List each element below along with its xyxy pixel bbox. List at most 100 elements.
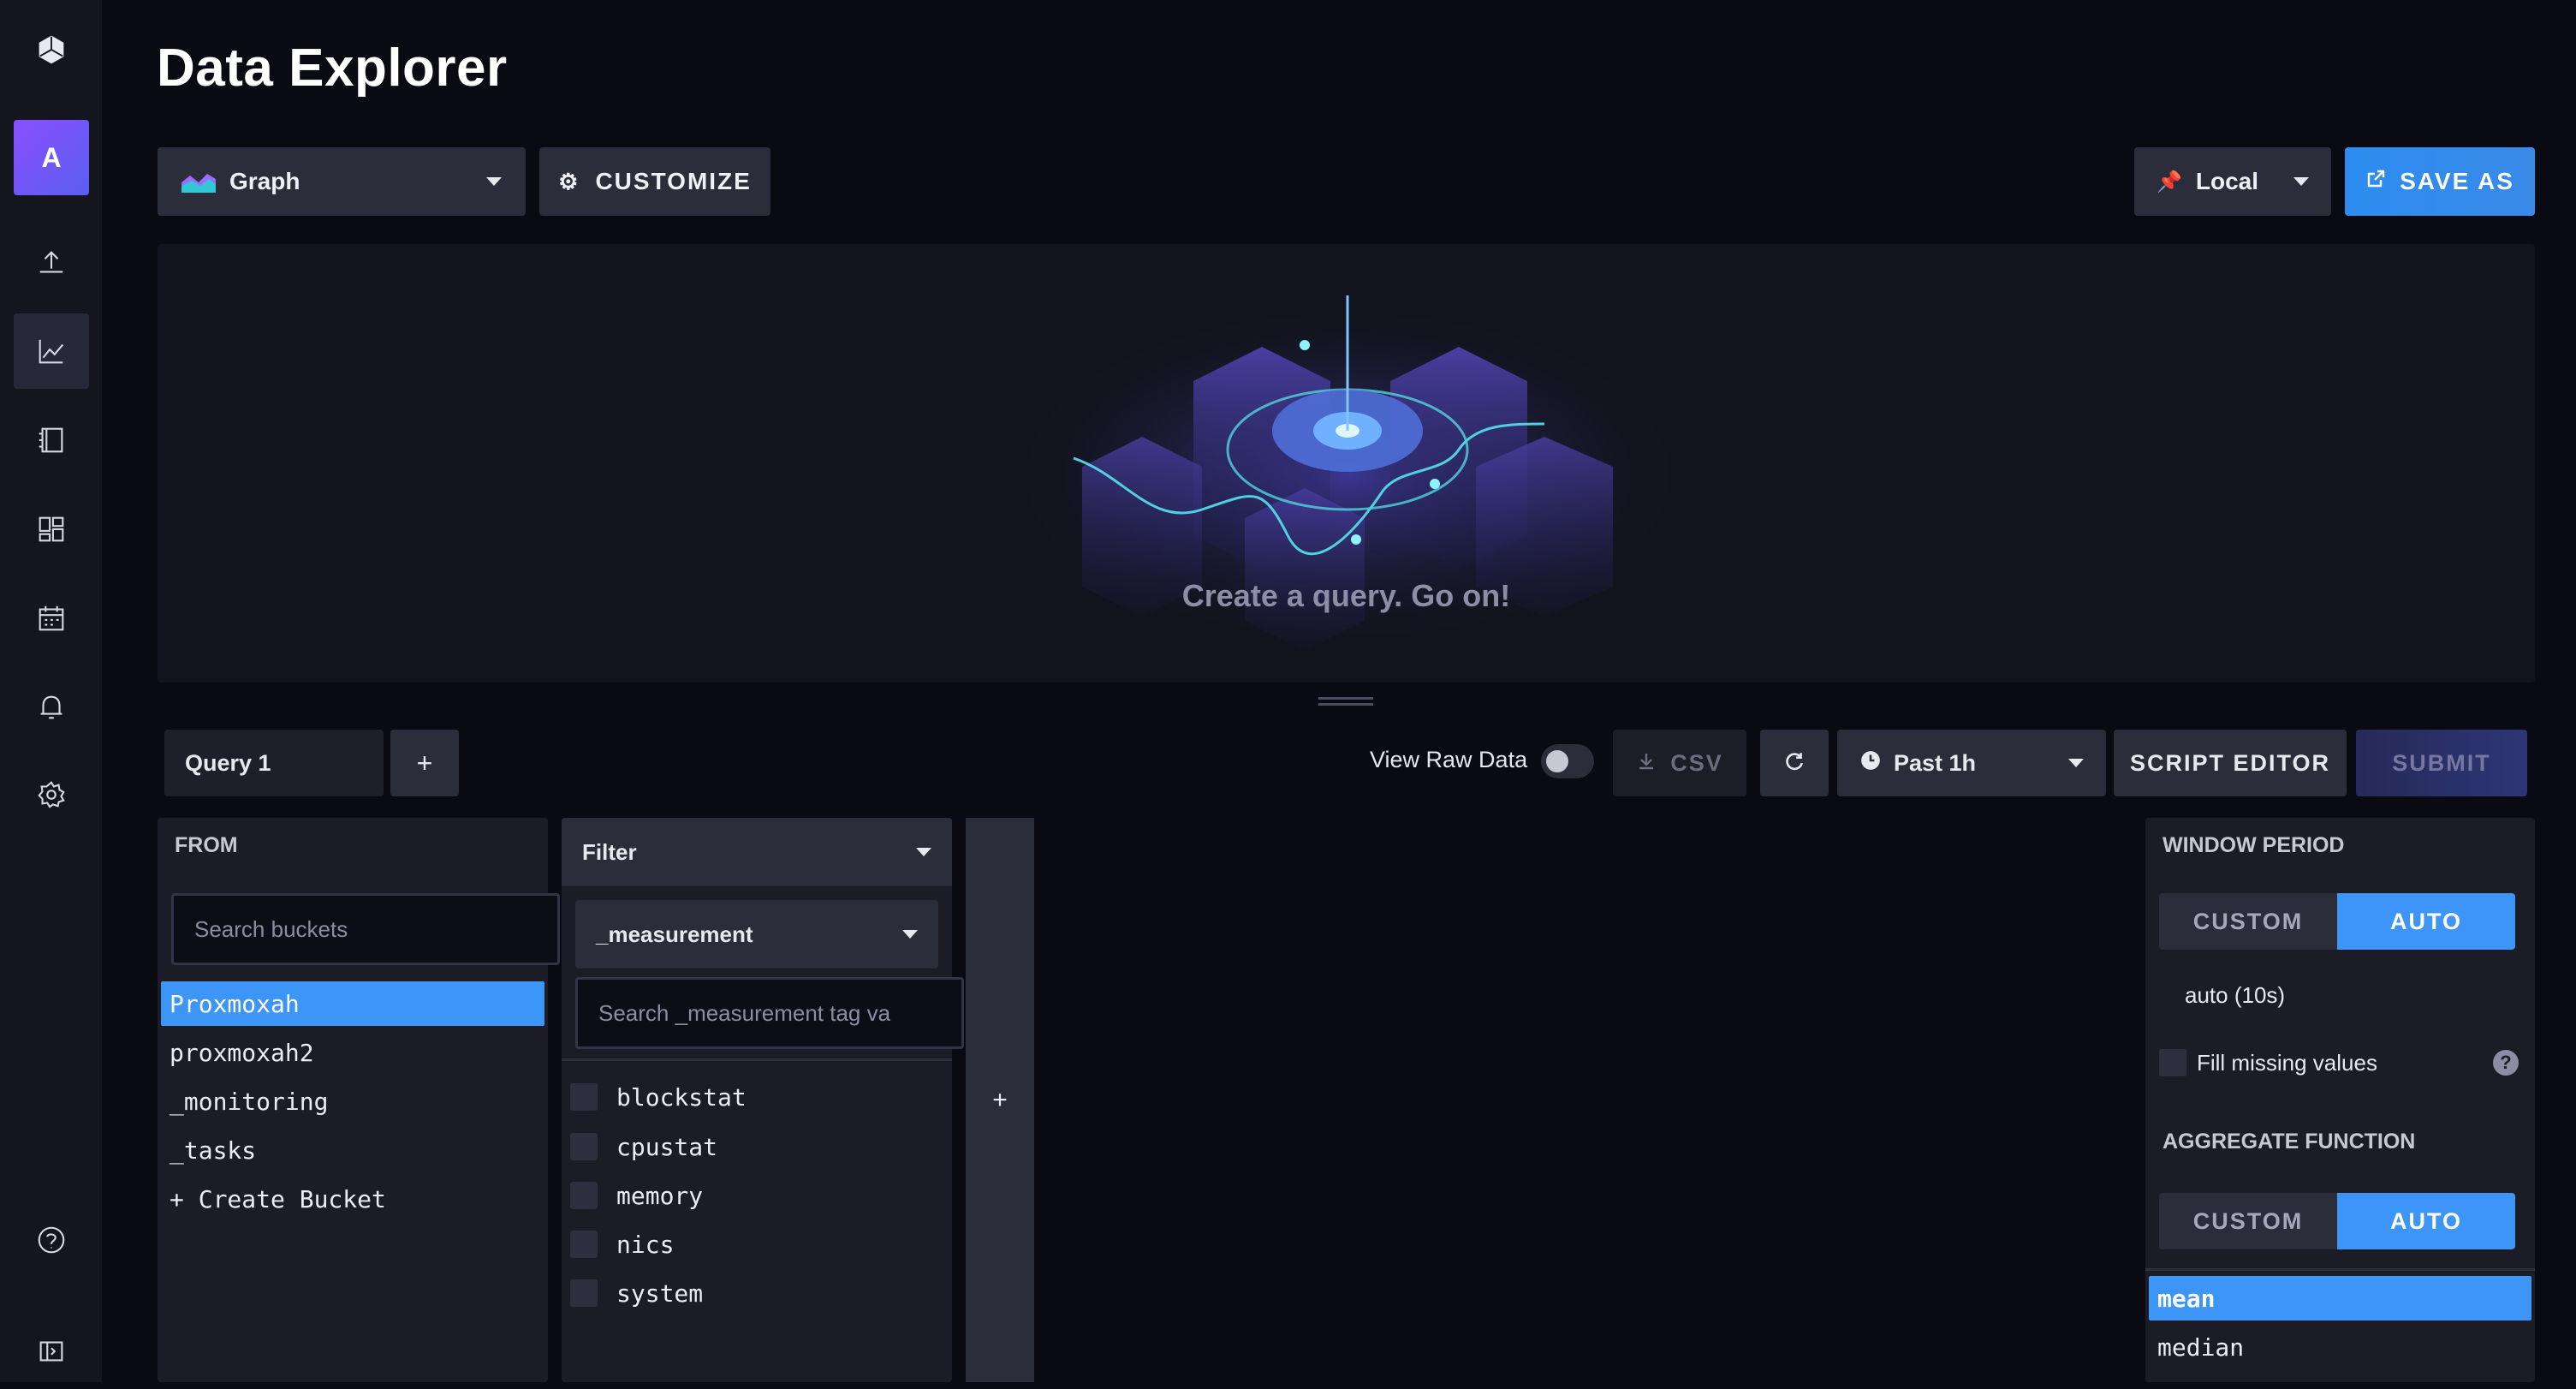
tag-value-item[interactable]: nics [570,1220,674,1268]
aggregate-function-toggle: CUSTOM AUTO [2159,1193,2515,1249]
refresh-icon [1783,750,1806,777]
calendar-icon[interactable] [14,581,89,656]
help-icon[interactable]: ? [2493,1050,2519,1076]
gear-icon: ⚙ [558,168,580,194]
fill-missing-label: Fill missing values [2197,1049,2377,1076]
filter-function-dropdown[interactable]: Filter [562,818,952,886]
empty-query-message: Create a query. Go on! [1181,578,1511,613]
upload-icon[interactable] [14,224,89,300]
aggregate-function-item[interactable]: mean [2149,1276,2531,1320]
refresh-button[interactable] [1760,730,1829,796]
csv-download-button[interactable]: CSV [1613,730,1746,796]
divider [562,1058,952,1061]
gear-icon[interactable] [14,757,89,832]
tag-value-item[interactable]: blockstat [570,1073,747,1121]
aggregate-function-item[interactable]: median [2149,1325,2531,1369]
script-editor-label: SCRIPT EDITOR [2129,749,2331,776]
chevron-down-icon [486,177,502,186]
submit-label: SUBMIT [2392,749,2491,776]
graph-type-icon [181,170,216,193]
chevron-down-icon [2293,177,2309,186]
filter-key-dropdown[interactable]: _measurement [575,900,938,969]
aggregate-card: WINDOW PERIOD CUSTOM AUTO auto (10s) Fil… [2145,818,2535,1382]
bucket-item[interactable]: proxmoxah2 [161,1030,544,1075]
timezone-label: Local [2195,168,2259,194]
dashboard-icon[interactable] [14,492,89,567]
graph-panel: Create a query. Go on! [158,244,2535,683]
resize-handle[interactable] [1318,697,1373,706]
checkbox[interactable] [570,1083,598,1111]
window-custom-button[interactable]: CUSTOM [2159,893,2337,950]
export-icon [2365,168,2386,195]
add-query-button[interactable]: + [390,730,459,796]
fill-missing-row[interactable]: Fill missing values ? [2159,1046,2519,1080]
tag-value-item[interactable]: memory [570,1171,703,1219]
toggle-knob [1546,750,1568,772]
tag-value-label: nics [616,1230,675,1259]
graph-icon[interactable] [14,313,89,389]
query-tab-label: Query 1 [185,749,271,776]
divider [2145,1268,2535,1271]
tag-value-search-input[interactable]: Search _measurement tag va [575,977,964,1049]
view-raw-data-toggle[interactable] [1541,744,1594,778]
window-period-title: WINDOW PERIOD [2163,833,2345,857]
bell-icon[interactable] [14,670,89,745]
customize-button[interactable]: ⚙ CUSTOMIZE [539,147,770,216]
graph-type-dropdown[interactable]: Graph [158,147,526,216]
tag-value-label: cpustat [616,1132,718,1161]
submit-button[interactable]: SUBMIT [2356,730,2527,796]
checkbox[interactable] [570,1231,598,1258]
checkbox[interactable] [570,1279,598,1307]
bucket-item[interactable]: _tasks [161,1128,544,1172]
window-period-value: auto (10s) [2185,982,2286,1008]
checkbox[interactable] [570,1133,598,1160]
timezone-dropdown[interactable]: 📌 Local [2134,147,2331,216]
plus-icon: + [416,747,433,778]
bucket-search-placeholder: Search buckets [194,915,348,942]
checkbox[interactable] [570,1182,598,1209]
time-range-label: Past 1h [1894,749,1977,776]
avatar-letter: A [41,141,62,173]
filter-key-label: _measurement [596,921,753,947]
add-filter-button[interactable]: + [966,818,1034,1382]
clock-icon [1859,749,1882,778]
script-editor-button[interactable]: SCRIPT EDITOR [2114,730,2347,796]
view-raw-data-label: View Raw Data [1370,747,1528,772]
from-title: FROM [175,833,238,857]
window-auto-button[interactable]: AUTO [2337,893,2515,950]
filter-card: Filter _measurement Search _measurement … [562,818,964,1382]
aggregate-custom-button[interactable]: CUSTOM [2159,1193,2337,1249]
from-card: FROM Search buckets Proxmoxah proxmoxah2… [158,818,560,1382]
tag-value-item[interactable]: system [570,1269,703,1317]
fill-missing-checkbox[interactable] [2159,1049,2186,1076]
help-icon[interactable] [14,1202,89,1278]
plus-icon: + [992,1085,1008,1114]
notebook-icon[interactable] [14,402,89,478]
download-icon [1636,750,1657,777]
tag-value-label: system [616,1279,704,1308]
bucket-search-input[interactable]: Search buckets [171,893,560,965]
bucket-item[interactable]: _monitoring [161,1079,544,1124]
customize-label: CUSTOMIZE [595,168,752,194]
tag-value-search-placeholder: Search _measurement tag va [598,999,891,1026]
pin-icon: 📌 [2157,170,2182,194]
bucket-item[interactable]: Proxmoxah [161,981,544,1026]
collapse-icon[interactable] [14,1314,89,1389]
influx-logo-icon[interactable] [14,12,89,87]
tag-value-item[interactable]: cpustat [570,1123,717,1171]
page-title: Data Explorer [157,39,508,98]
save-as-button[interactable]: SAVE AS [2345,147,2535,216]
query-tab[interactable]: Query 1 [164,730,384,796]
window-period-toggle: CUSTOM AUTO [2159,893,2515,950]
csv-label: CSV [1670,749,1723,776]
graph-type-label: Graph [229,168,300,194]
time-range-dropdown[interactable]: Past 1h [1837,730,2106,796]
sidebar: A [0,0,102,1382]
aggregate-auto-button[interactable]: AUTO [2337,1193,2515,1249]
avatar[interactable]: A [14,120,89,195]
create-bucket-link[interactable]: + Create Bucket [161,1177,544,1221]
tag-value-label: blockstat [616,1082,747,1112]
chevron-down-icon [2068,759,2084,767]
chevron-down-icon [902,930,918,939]
tag-value-label: memory [616,1181,704,1210]
